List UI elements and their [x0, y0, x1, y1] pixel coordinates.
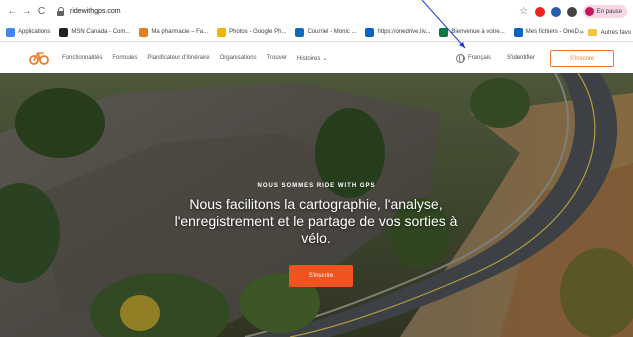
bookmark-item[interactable]: MSN Canada - Com...	[59, 27, 131, 37]
main-nav: Fonctionnalités Formules Planificateur d…	[62, 43, 327, 73]
hero-signup-button[interactable]: S'inscrire	[289, 265, 353, 287]
bookmark-label: https://onedrive.liv...	[377, 29, 431, 35]
bookmarks-overflow: » Autres favo	[580, 23, 631, 42]
bookmark-item[interactable]: Photos - Google Ph...	[217, 27, 287, 37]
apps-grid-icon	[6, 27, 15, 37]
bookmark-item[interactable]: Ma pharmacie – Fa...	[139, 27, 209, 37]
more-bookmarks-chevron-icon[interactable]: »	[580, 29, 584, 36]
bookmark-item[interactable]: Mes fichiers - OneD...	[513, 27, 584, 37]
browser-window: ← → C ridewithgps.com ☆ En pause Applica…	[0, 0, 633, 337]
outlook-icon	[295, 27, 305, 37]
signin-link[interactable]: S'identifier	[507, 43, 535, 73]
language-label: Français	[468, 55, 492, 61]
bookmark-label: Courriel - Monic ...	[307, 29, 357, 35]
nav-find[interactable]: Trouver	[267, 55, 287, 61]
nav-features[interactable]: Fonctionnalités	[62, 55, 102, 61]
folder-icon[interactable]	[587, 29, 597, 36]
profile-button[interactable]: En pause	[582, 5, 627, 18]
url-field[interactable]: ridewithgps.com	[70, 8, 121, 15]
hero-headline: Nous facilitons la cartographie, l'analy…	[174, 196, 458, 246]
bookmark-label: Bienvenue à votre...	[451, 29, 505, 35]
hero-eyebrow: NOUS SOMMES RIDE WITH GPS	[257, 183, 376, 189]
avatar	[584, 7, 594, 16]
bookmark-item[interactable]: Applications	[6, 27, 51, 37]
bookmark-item[interactable]: Courriel - Monic ...	[295, 27, 357, 37]
nav-route-planner[interactable]: Planificateur d'itinéraire	[147, 55, 209, 61]
profile-status: En pause	[596, 8, 622, 15]
bookmark-star-icon[interactable]: ☆	[519, 6, 529, 17]
bookmarks-bar: Applications MSN Canada - Com... Ma phar…	[0, 23, 633, 42]
other-bookmarks-label[interactable]: Autres favo	[601, 30, 631, 36]
lock-icon[interactable]	[56, 6, 66, 17]
onedrive-cloud-icon	[365, 27, 375, 37]
bookmark-label: Ma pharmacie – Fa...	[151, 29, 209, 35]
forward-arrow-icon[interactable]: →	[20, 5, 33, 18]
nav-stories[interactable]: Histoires ⌄	[297, 55, 327, 62]
bookmark-label: Applications	[18, 29, 51, 35]
signup-button[interactable]: S'inscrire	[550, 50, 614, 67]
google-photos-icon	[217, 27, 227, 37]
welcome-icon	[439, 27, 449, 37]
toolbar-icons: ☆ En pause	[519, 4, 633, 19]
address-bar: ← → C ridewithgps.com ☆ En pause	[0, 0, 633, 23]
bookmark-item[interactable]: Bienvenue à votre...	[439, 27, 505, 37]
onedrive-cloud-icon	[513, 27, 523, 37]
bookmark-item[interactable]: https://onedrive.liv...	[365, 27, 431, 37]
pharmacy-icon	[139, 27, 149, 37]
language-selector[interactable]: Français	[456, 43, 491, 73]
back-arrow-icon[interactable]: ←	[6, 5, 19, 18]
msn-icon	[59, 27, 69, 37]
reload-icon[interactable]: C	[35, 5, 48, 18]
extension-o-icon[interactable]	[534, 6, 545, 17]
chevron-down-icon: ⌄	[322, 55, 328, 62]
site-header: Fonctionnalités Formules Planificateur d…	[0, 43, 633, 73]
extension-tool-icon[interactable]	[550, 6, 561, 17]
nav-plans[interactable]: Formules	[112, 55, 137, 61]
globe-icon	[456, 53, 465, 63]
ride-with-gps-logo-icon[interactable]	[29, 50, 49, 66]
bookmark-label: Mes fichiers - OneD...	[525, 29, 584, 35]
extension-puzzle-icon[interactable]	[566, 6, 577, 17]
nav-stories-label: Histoires	[297, 55, 321, 62]
bookmark-label: Photos - Google Ph...	[229, 29, 287, 35]
nav-organizations[interactable]: Organisations	[220, 55, 257, 61]
bookmark-label: MSN Canada - Com...	[71, 29, 131, 35]
hero-section: NOUS SOMMES RIDE WITH GPS Nous faciliton…	[0, 73, 633, 337]
